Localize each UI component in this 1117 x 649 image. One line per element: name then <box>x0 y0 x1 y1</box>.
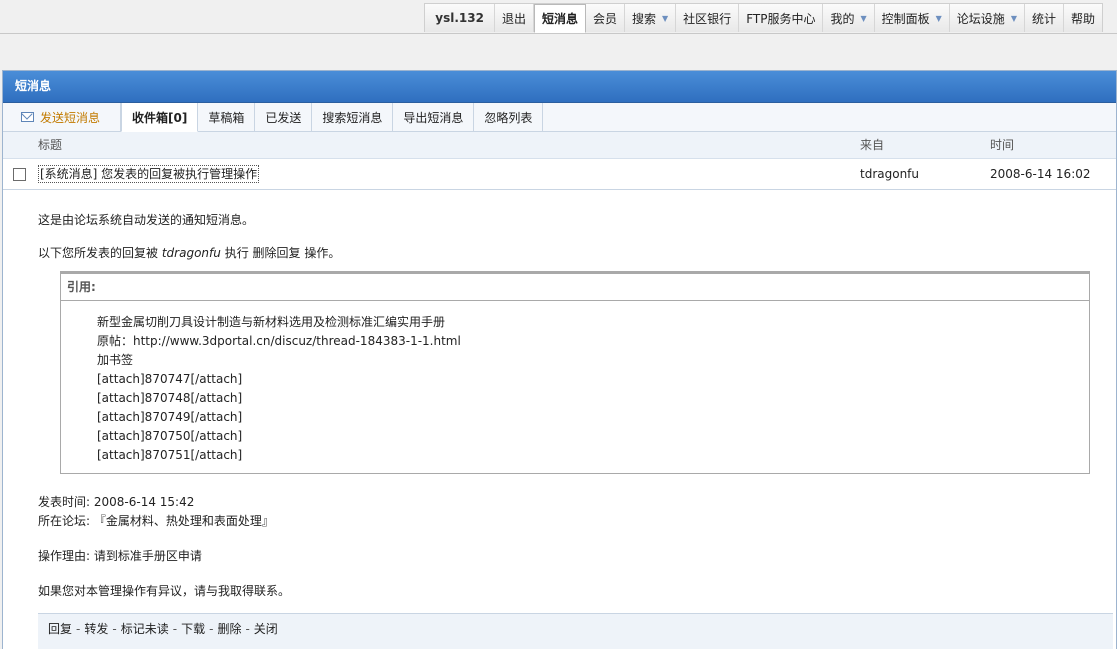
quote-line: [attach]870749[/attach] <box>97 410 243 424</box>
tab-drafts[interactable]: 草稿箱 <box>198 103 256 131</box>
nav-logout-label: 退出 <box>501 11 526 26</box>
nav-my[interactable]: 我的 ▼ <box>823 4 875 32</box>
forum-name: 所在论坛: 『金属材料、热处理和表面处理』 <box>38 514 274 528</box>
quote-content: 新型金属切削刀具设计制造与新材料选用及检测标准汇编实用手册 原帖：http://… <box>61 301 1089 473</box>
quote-block: 引用: 新型金属切削刀具设计制造与新材料选用及检测标准汇编实用手册 原帖：htt… <box>60 271 1090 474</box>
close-link[interactable]: 关闭 <box>254 622 278 636</box>
post-time: 发表时间: 2008-6-14 15:42 <box>38 495 195 509</box>
column-time: 时间 <box>990 138 1015 152</box>
contact-note: 如果您对本管理操作有异议，请与我取得联系。 <box>38 584 291 598</box>
action-prefix: 以下您所发表的回复被 <box>38 246 159 260</box>
compose-label: 发送短消息 <box>40 110 101 125</box>
quote-line: [attach]870750[/attach] <box>97 429 243 443</box>
quote-line: [attach]870748[/attach] <box>97 391 243 405</box>
nav-bank-label: 社区银行 <box>683 11 732 26</box>
delete-link[interactable]: 删除 <box>217 622 241 636</box>
top-nav-items: ysl.132 退出 短消息 会员 搜索 ▼ 社区银行 FTP服务中心 我的 ▼ 控… <box>424 3 1103 33</box>
message-from: tdragonfu <box>860 167 920 181</box>
column-from: 来自 <box>860 138 885 152</box>
nav-search[interactable]: 搜索 ▼ <box>625 4 677 32</box>
separator: - <box>112 622 117 636</box>
nav-forum-tools-label: 论坛设施 <box>956 11 1005 26</box>
chevron-down-icon: ▼ <box>662 13 669 23</box>
quote-line: [attach]870751[/attach] <box>97 448 243 462</box>
reply-link[interactable]: 回复 <box>48 622 72 636</box>
nav-members-label: 会员 <box>592 11 617 26</box>
nav-bank[interactable]: 社区银行 <box>676 4 740 32</box>
quote-line: [attach]870747[/attach] <box>97 372 243 386</box>
nav-messages[interactable]: 短消息 <box>533 4 586 33</box>
message-tabs: 发送短消息 收件箱[0] 草稿箱 已发送 搜索短消息 导出短消息 忽略列表 <box>3 103 1116 132</box>
nav-control-panel[interactable]: 控制面板 ▼ <box>875 4 950 32</box>
nav-search-label: 搜索 <box>632 11 657 26</box>
nav-logout[interactable]: 退出 <box>495 4 534 32</box>
nav-ftp[interactable]: FTP服务中心 <box>739 4 824 32</box>
nav-my-label: 我的 <box>830 11 855 26</box>
operation-reason: 操作理由: 请到标准手册区申请 <box>38 549 202 563</box>
chevron-down-icon: ▼ <box>935 13 942 23</box>
nav-members[interactable]: 会员 <box>586 4 625 32</box>
nav-user[interactable]: ysl.132 <box>425 4 495 32</box>
separator: - <box>76 622 81 636</box>
quote-line: 新型金属切削刀具设计制造与新材料选用及检测标准汇编实用手册 <box>97 315 446 329</box>
message-subject-link[interactable]: [系统消息] 您发表的回复被执行管理操作 <box>38 165 260 183</box>
nav-messages-label: 短消息 <box>541 12 578 26</box>
table-row: [系统消息] 您发表的回复被执行管理操作 tdragonfu 2008-6-14… <box>3 159 1116 190</box>
nav-ftp-label: FTP服务中心 <box>746 11 816 26</box>
nav-help-label: 帮助 <box>1070 11 1095 26</box>
message-time: 2008-6-14 16:02 <box>990 167 1091 181</box>
tab-search[interactable]: 搜索短消息 <box>312 103 394 131</box>
message-actions: 回复 - 转发 - 标记未读 - 下载 - 删除 - 关闭 <box>38 613 1113 649</box>
forward-link[interactable]: 转发 <box>84 622 108 636</box>
separator: - <box>209 622 214 636</box>
quote-line: 加书签 <box>97 353 134 367</box>
chevron-down-icon: ▼ <box>860 13 867 23</box>
separator: - <box>245 622 250 636</box>
column-subject: 标题 <box>38 138 63 152</box>
top-nav-bar: ysl.132 退出 短消息 会员 搜索 ▼ 社区银行 FTP服务中心 我的 ▼ 控… <box>0 0 1117 34</box>
tab-sent[interactable]: 已发送 <box>255 103 313 131</box>
download-link[interactable]: 下载 <box>181 622 205 636</box>
body-intro: 这是由论坛系统自动发送的通知短消息。 <box>38 213 255 227</box>
separator: - <box>172 622 178 636</box>
compose-message-button[interactable]: 发送短消息 <box>9 103 122 131</box>
nav-control-panel-label: 控制面板 <box>881 11 930 26</box>
tab-ignore-list[interactable]: 忽略列表 <box>474 103 544 131</box>
nav-stats-label: 统计 <box>1031 11 1056 26</box>
action-suffix: 执行 删除回复 操作。 <box>224 246 341 260</box>
nav-user-label: ysl.132 <box>435 11 484 25</box>
mail-icon <box>21 112 34 122</box>
quote-line: 原帖：http://www.3dportal.cn/discuz/thread-… <box>97 334 461 348</box>
column-headers: 标题 来自 时间 <box>3 132 1116 159</box>
mark-unread-link[interactable]: 标记未读 <box>121 622 169 636</box>
chevron-down-icon: ▼ <box>1010 13 1017 23</box>
message-checkbox[interactable] <box>13 168 26 181</box>
nav-help[interactable]: 帮助 <box>1064 4 1102 32</box>
action-user: tdragonfu <box>161 246 221 260</box>
messages-panel: 短消息 发送短消息 收件箱[0] 草稿箱 已发送 搜索短消息 导出短消息 忽略列… <box>2 70 1117 649</box>
panel-title: 短消息 <box>3 71 1116 103</box>
quote-title: 引用: <box>61 274 1089 301</box>
nav-forum-tools[interactable]: 论坛设施 ▼ <box>950 4 1025 32</box>
tab-inbox[interactable]: 收件箱[0] <box>121 103 199 132</box>
nav-stats[interactable]: 统计 <box>1025 4 1064 32</box>
body-action-line: 以下您所发表的回复被 tdragonfu 执行 删除回复 操作。 <box>38 244 340 262</box>
tab-export[interactable]: 导出短消息 <box>393 103 475 131</box>
